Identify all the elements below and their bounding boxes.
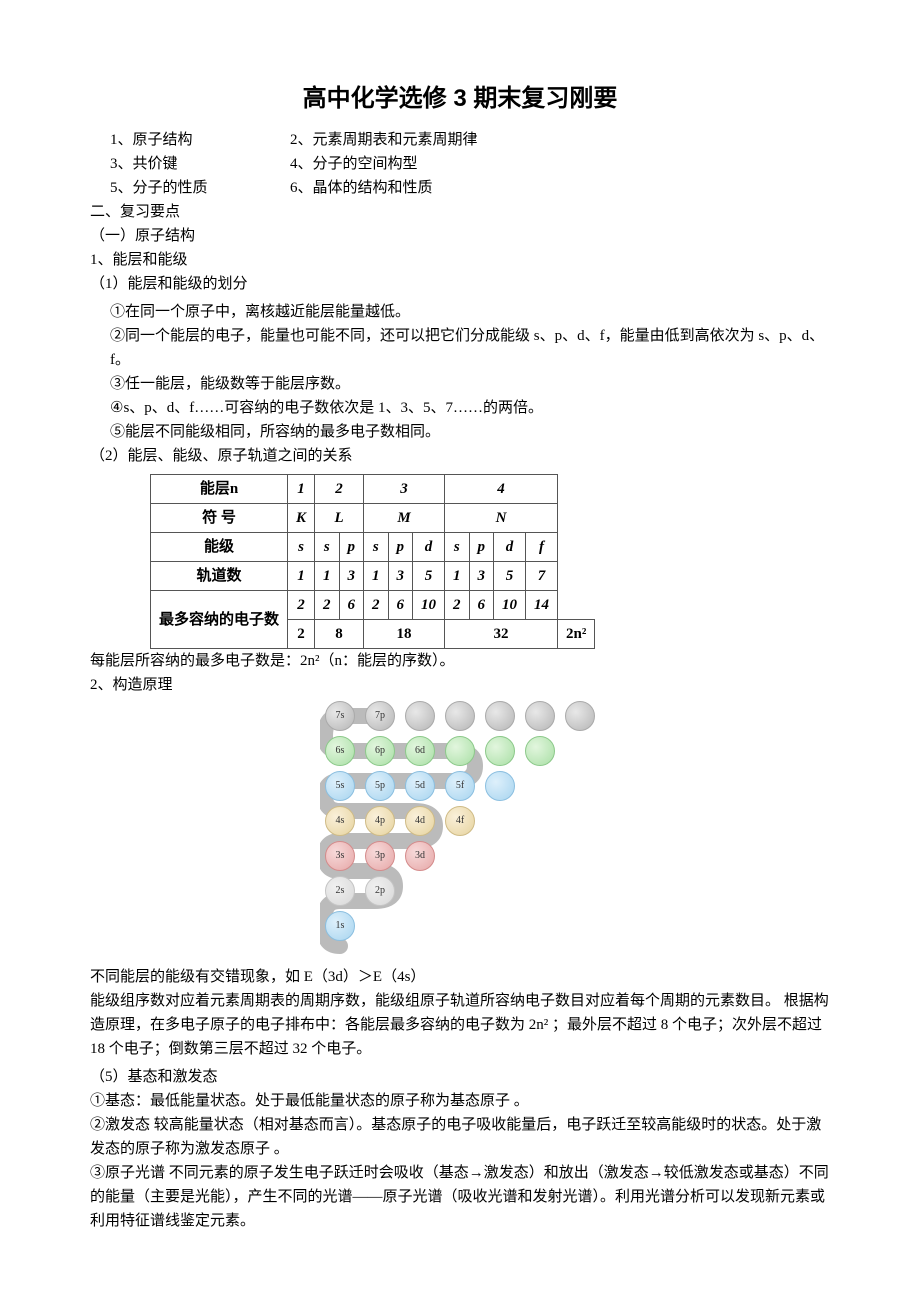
table-cell: 2	[364, 591, 389, 620]
item-subheading: （5）基态和激发态	[90, 1065, 830, 1089]
table-header: 最多容纳的电子数	[151, 591, 288, 649]
table-cell: L	[315, 504, 364, 533]
table-header: 轨道数	[151, 562, 288, 591]
table-cell: K	[288, 504, 315, 533]
item-heading: 2、构造原理	[90, 673, 830, 697]
subsection-heading: （一）原子结构	[90, 224, 830, 248]
topic-item: 2、元素周期表和元素周期律	[290, 128, 478, 152]
table-cell: 1	[364, 562, 389, 591]
topic-item: 1、原子结构	[110, 128, 290, 152]
table-cell: 2	[288, 591, 315, 620]
table-cell: 8	[315, 620, 364, 649]
table-cell: N	[445, 504, 558, 533]
item-heading: 1、能层和能级	[90, 248, 830, 272]
orbital-table: 能层n 1 2 3 4 符 号 K L M N 能级 s s p s p d s…	[150, 474, 595, 649]
body-text: ③原子光谱 不同元素的原子发生电子跃迁时会吸收（基态→激发态）和放出（激发态→较…	[90, 1161, 830, 1233]
table-cell: M	[364, 504, 445, 533]
body-text: ①基态：最低能量状态。处于最低能量状态的原子称为基态原子 。	[90, 1089, 830, 1113]
table-cell: p	[388, 533, 413, 562]
table-cell: 14	[526, 591, 558, 620]
bullet-item: ④s、p、d、f……可容纳的电子数依次是 1、3、5、7……的两倍。	[110, 396, 830, 420]
table-cell: 3	[364, 475, 445, 504]
table-cell: p	[469, 533, 494, 562]
table-cell: 4	[445, 475, 558, 504]
table-cell: 2	[288, 620, 315, 649]
topic-item: 5、分子的性质	[110, 176, 290, 200]
table-cell: s	[288, 533, 315, 562]
table-cell: 2	[445, 591, 470, 620]
table-header: 能层n	[151, 475, 288, 504]
item-subheading: （1）能层和能级的划分	[90, 272, 830, 296]
bullet-list: ①在同一个原子中，离核越近能层能量越低。 ②同一个能层的电子，能量也可能不同，还…	[110, 300, 830, 444]
table-cell: 2	[315, 591, 340, 620]
topic-list: 1、原子结构2、元素周期表和元素周期律 3、共价键4、分子的空间构型 5、分子的…	[110, 128, 830, 200]
table-cell: s	[315, 533, 340, 562]
table-cell: 2n²	[558, 620, 595, 649]
bullet-item: ①在同一个原子中，离核越近能层能量越低。	[110, 300, 830, 324]
table-header: 符 号	[151, 504, 288, 533]
bullet-item: ②同一个能层的电子，能量也可能不同，还可以把它们分成能级 s、p、d、f，能量由…	[110, 324, 830, 372]
body-text: 不同能层的能级有交错现象，如 E（3d）＞E（4s）	[90, 965, 830, 989]
orbital-table-wrap: 能层n 1 2 3 4 符 号 K L M N 能级 s s p s p d s…	[150, 474, 830, 649]
table-cell: 10	[494, 591, 526, 620]
table-cell: 6	[339, 591, 364, 620]
table-cell: 1	[288, 562, 315, 591]
table-cell: 1	[445, 562, 470, 591]
page-title: 高中化学选修 3 期末复习刚要	[90, 80, 830, 118]
table-cell: 7	[526, 562, 558, 591]
table-cell: 6	[469, 591, 494, 620]
table-cell: p	[339, 533, 364, 562]
table-cell: d	[494, 533, 526, 562]
table-cell: 3	[388, 562, 413, 591]
body-text: 每能层所容纳的最多电子数是：2n²（n：能层的序数）。	[90, 649, 830, 673]
table-cell: 18	[364, 620, 445, 649]
table-cell: 3	[469, 562, 494, 591]
table-cell: s	[364, 533, 389, 562]
section-heading: 二、复习要点	[90, 200, 830, 224]
table-cell: 5	[494, 562, 526, 591]
table-cell: 5	[413, 562, 445, 591]
table-cell: 6	[388, 591, 413, 620]
bullet-item: ③任一能层，能级数等于能层序数。	[110, 372, 830, 396]
table-cell: 2	[315, 475, 364, 504]
bullet-item: ⑤能层不同能级相同，所容纳的最多电子数相同。	[110, 420, 830, 444]
table-cell: d	[413, 533, 445, 562]
body-text: 能级组序数对应着元素周期表的周期序数，能级组原子轨道所容纳电子数目对应着每个周期…	[90, 989, 830, 1061]
table-cell: 1	[315, 562, 340, 591]
table-cell: s	[445, 533, 470, 562]
topic-item: 6、晶体的结构和性质	[290, 176, 433, 200]
aufbau-diagram: 7s7p6s6p6d5s5p5d5f4s4p4d4f3s3p3d2s2p1s	[320, 701, 620, 961]
table-cell: 3	[339, 562, 364, 591]
table-cell: f	[526, 533, 558, 562]
topic-item: 4、分子的空间构型	[290, 152, 418, 176]
table-cell: 10	[413, 591, 445, 620]
table-cell: 32	[445, 620, 558, 649]
body-text: ②激发态 较高能量状态（相对基态而言）。基态原子的电子吸收能量后，电子跃迁至较高…	[90, 1113, 830, 1161]
topic-item: 3、共价键	[110, 152, 290, 176]
table-cell: 1	[288, 475, 315, 504]
table-header: 能级	[151, 533, 288, 562]
item-subheading: （2）能层、能级、原子轨道之间的关系	[90, 444, 830, 468]
